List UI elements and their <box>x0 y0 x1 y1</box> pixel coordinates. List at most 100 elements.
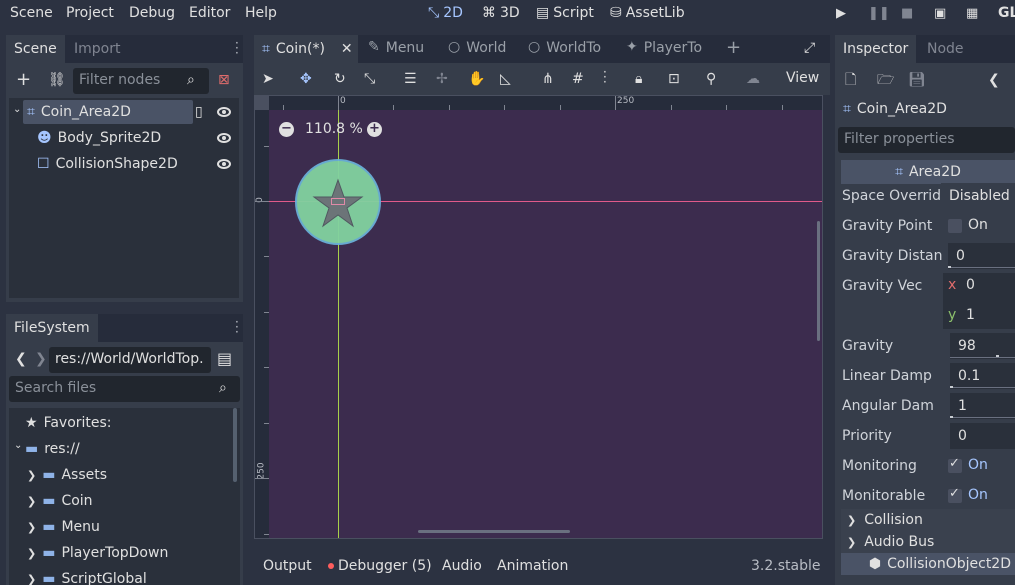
play-icon[interactable]: ▶ <box>836 6 846 21</box>
play-custom-scene-icon[interactable]: ▦ <box>966 6 978 21</box>
stop-icon[interactable]: ■ <box>901 6 913 21</box>
viewport-hscrollbar[interactable] <box>418 530 570 533</box>
load-resource-icon[interactable]: 🗁︎ <box>877 73 894 87</box>
menu-debug[interactable]: Debug <box>129 5 175 21</box>
add-tab-icon[interactable]: + <box>726 39 741 57</box>
workspace-assetlib-button[interactable]: ⛁ AssetLib <box>610 5 685 21</box>
dock-menu-icon[interactable]: · · · <box>235 316 239 338</box>
menu-help[interactable]: Help <box>245 5 277 21</box>
tree-row-coin-area2d[interactable]: ⌗ Coin_Area2D <box>23 100 193 124</box>
scale-tool-icon[interactable]: ⤡ <box>364 72 375 86</box>
monitoring-checkbox[interactable] <box>948 456 962 473</box>
back-icon[interactable]: ❮ <box>15 352 27 366</box>
tree-row-collisionshape2d[interactable]: ☐ CollisionShape2D <box>37 152 178 176</box>
angular-damp-field[interactable]: 1 <box>950 393 1015 419</box>
inspected-node[interactable]: ⌗ Coin_Area2D <box>843 101 947 117</box>
folder-row-playertopdown[interactable]: ❯ ▬ PlayerTopDown <box>27 541 168 565</box>
pivot-tool-icon[interactable]: ✢ <box>436 72 448 86</box>
grid-snap-icon[interactable]: # <box>572 72 584 86</box>
tab-output[interactable]: Output <box>263 558 312 574</box>
res-root-row[interactable]: ▬ res:// <box>25 437 80 461</box>
play-scene-icon[interactable]: ▣ <box>934 6 946 21</box>
canvas-viewport[interactable]: 0 250 0 250 − 110.8 % + <box>254 95 823 539</box>
visibility-eye-icon[interactable] <box>217 133 231 143</box>
tab-filesystem[interactable]: FileSystem <box>6 314 98 342</box>
space-override-select[interactable]: Disabled <box>941 183 1015 209</box>
history-back-icon[interactable]: ❮ <box>988 73 1000 87</box>
split-view-icon[interactable]: ▤ <box>217 351 232 367</box>
tab-animation[interactable]: Animation <box>497 558 568 574</box>
lock-icon[interactable]: 🔒︎ <box>635 72 642 86</box>
select-tool-icon[interactable]: ➤ <box>262 72 274 86</box>
filter-properties-input[interactable]: Filter properties <box>838 127 1015 153</box>
zoom-level[interactable]: 110.8 % <box>305 121 363 137</box>
save-resource-icon[interactable]: 💾︎ <box>908 73 926 87</box>
folder-row-menu[interactable]: ❯ ▬ Menu <box>27 515 100 539</box>
distraction-free-icon[interactable]: ⤢ <box>804 41 815 55</box>
rotate-tool-icon[interactable]: ↻ <box>334 72 346 86</box>
monitorable-checkbox[interactable] <box>948 486 962 503</box>
favorites-row[interactable]: ★ Favorites: <box>25 411 112 435</box>
tab-scene[interactable]: Scene <box>6 35 65 63</box>
script-attached-icon[interactable]: ▯ <box>195 105 203 119</box>
path-field[interactable]: res://World/WorldTop. <box>49 347 211 373</box>
scene-tab-world[interactable]: ○ World <box>448 40 506 56</box>
scene-tab-worldto[interactable]: ○ WorldTo <box>528 40 601 56</box>
linear-damp-field[interactable]: 0.1 <box>950 363 1015 389</box>
tab-node[interactable]: Node <box>919 35 972 63</box>
linear-damp-slider[interactable] <box>950 387 1015 388</box>
forward-icon[interactable]: ❯ <box>35 352 47 366</box>
menu-editor[interactable]: Editor <box>189 5 230 21</box>
snap-options-icon[interactable]: · · · <box>603 66 607 88</box>
gravity-distance-slider[interactable] <box>948 267 1015 268</box>
search-files-input[interactable]: Search files ⌕ <box>9 376 240 402</box>
list-select-icon[interactable]: ☰ <box>404 72 417 86</box>
chevron-down-icon[interactable]: ⌄ <box>14 441 22 451</box>
view-menu-button[interactable]: View <box>786 70 819 86</box>
gravity-distance-field[interactable]: 0 <box>948 243 1015 269</box>
visibility-eye-icon[interactable] <box>217 159 231 169</box>
script-remove-icon[interactable]: ⊠ <box>218 73 230 87</box>
group-icon[interactable]: ⊡ <box>668 72 680 86</box>
scene-tab-playerto[interactable]: ✦ PlayerTo <box>626 40 702 56</box>
menu-scene[interactable]: Scene <box>10 5 53 21</box>
gravity-vec-x-field[interactable]: 0 <box>966 277 975 293</box>
dock-menu-icon[interactable]: · · · <box>235 37 239 59</box>
folder-row-coin[interactable]: ❯ ▬ Coin <box>27 489 93 513</box>
tab-audio[interactable]: Audio <box>442 558 482 574</box>
add-node-icon[interactable]: + <box>16 71 31 89</box>
workspace-2d-button[interactable]: ⤡ 2D <box>428 5 463 21</box>
snap-toggle-icon[interactable]: ⋔ <box>542 72 554 86</box>
pan-tool-icon[interactable]: ✋ <box>468 72 485 86</box>
viewport-vscrollbar[interactable] <box>817 221 820 341</box>
particles-icon[interactable]: ☁ <box>746 72 760 86</box>
gravity-vec-y-field[interactable]: 1 <box>966 307 975 323</box>
tab-debugger[interactable]: Debugger (5) <box>338 558 432 574</box>
priority-field[interactable]: 0 <box>950 423 1015 449</box>
gravity-field[interactable]: 98 <box>950 333 1015 359</box>
bone-icon[interactable]: ⚲ <box>706 72 716 86</box>
tab-inspector[interactable]: Inspector <box>835 35 917 63</box>
renderer-label[interactable]: GL <box>998 5 1015 21</box>
gravity-slider[interactable] <box>950 357 1015 358</box>
new-resource-icon[interactable]: 🗋︎ <box>845 73 856 87</box>
scene-tab-coin[interactable]: ⌗ Coin(*) ✕ <box>254 35 358 63</box>
gravity-point-checkbox[interactable] <box>948 219 962 233</box>
menu-project[interactable]: Project <box>66 5 114 21</box>
workspace-script-button[interactable]: ▤ Script <box>536 5 594 21</box>
folder-row-assets[interactable]: ❯ ▬ Assets <box>27 463 107 487</box>
tab-import[interactable]: Import <box>66 35 128 63</box>
folder-row-scriptglobal[interactable]: ❯ ▬ ScriptGlobal <box>27 567 147 585</box>
section-audio-bus[interactable]: ❯ Audio Bus <box>841 531 1015 553</box>
file-tree-scrollbar[interactable] <box>233 408 237 482</box>
close-icon[interactable]: ✕ <box>341 42 353 56</box>
filter-nodes-input[interactable]: Filter nodes ⌕ <box>73 68 209 94</box>
pause-icon[interactable]: ❚❚ <box>868 6 890 21</box>
workspace-3d-button[interactable]: ⌘ 3D <box>482 5 520 21</box>
tree-row-body-sprite2d[interactable]: ☻ Body_Sprite2D <box>37 126 161 150</box>
section-collision[interactable]: ❯ Collision <box>841 509 1015 531</box>
zoom-in-icon[interactable]: + <box>367 122 382 137</box>
chevron-down-icon[interactable]: ⌄ <box>13 105 21 115</box>
visibility-eye-icon[interactable] <box>217 107 231 117</box>
zoom-out-icon[interactable]: − <box>279 122 294 137</box>
